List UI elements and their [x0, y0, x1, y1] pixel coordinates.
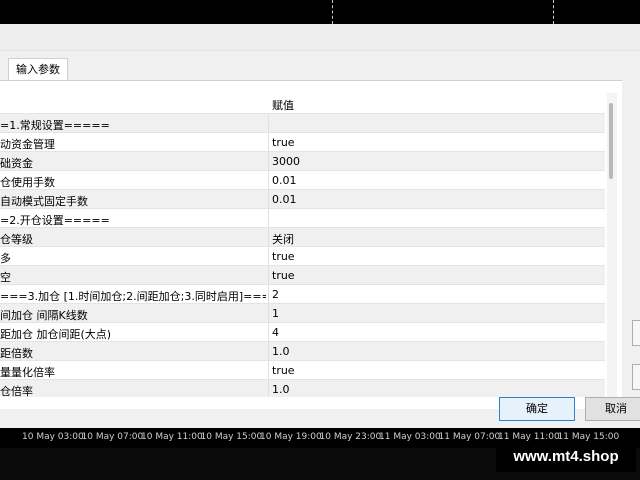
time-axis-label: 10 May 15:00 [200, 432, 263, 442]
dialog-header [0, 24, 640, 51]
column-divider [268, 190, 269, 209]
column-divider [268, 152, 269, 171]
parameters-rows: =1.常规设置===== 动资金管理 true 础资金 3000 仓使用手数 0.01 自动模… [0, 113, 605, 397]
time-axis-label: 10 May 19:00 [260, 432, 322, 442]
parameter-name: ===3.加仓 [1.时间加仓;2.间距加仓;3.同时启用]===== [0, 290, 266, 303]
parameter-value[interactable]: true [272, 364, 295, 377]
parameter-name: =2.开仓设置===== [0, 214, 110, 227]
table-row[interactable]: =1.常规设置===== [0, 113, 605, 133]
parameter-value[interactable]: 1.0 [272, 345, 290, 358]
side-button[interactable] [632, 364, 640, 390]
table-row[interactable]: 仓等级 关闭 [0, 227, 605, 247]
column-divider [268, 171, 269, 190]
column-divider [268, 380, 269, 397]
grid-header: 赋值 [0, 93, 605, 113]
time-axis-label: 11 May 03:00 [379, 432, 441, 442]
parameter-name: 仓倍率 [0, 385, 33, 397]
side-button[interactable] [632, 320, 640, 346]
parameter-name: 间加仓 间隔K线数 [0, 309, 88, 322]
column-divider [268, 266, 269, 285]
table-row[interactable]: =2.开仓设置===== [0, 208, 605, 228]
parameter-name: 仓使用手数 [0, 176, 55, 189]
parameter-value[interactable]: 关闭 [272, 231, 294, 247]
parameter-name: 距倍数 [0, 347, 33, 360]
chart-period-separator [332, 0, 334, 24]
parameter-value[interactable]: 2 [272, 288, 279, 301]
time-axis-label: 10 May 03:00 [22, 432, 84, 442]
parameter-name: 多 [0, 252, 11, 265]
scrollbar-thumb[interactable] [609, 103, 613, 179]
column-divider [268, 304, 269, 323]
parameters-panel: 赋值 =1.常规设置===== 动资金管理 true 础资金 3000 仓使用手数 0.01… [0, 80, 622, 409]
column-divider [268, 247, 269, 266]
parameter-name: =1.常规设置===== [0, 119, 110, 132]
column-divider [268, 342, 269, 361]
parameter-value[interactable]: 3000 [272, 155, 300, 168]
table-row[interactable]: 仓倍率 1.0 [0, 379, 605, 397]
table-row[interactable]: 距倍数 1.0 [0, 341, 605, 361]
value-column-header[interactable]: 赋值 [272, 97, 294, 113]
parameter-name: 空 [0, 271, 11, 284]
parameter-value[interactable]: 0.01 [272, 193, 297, 206]
parameter-value[interactable]: 1.0 [272, 383, 290, 396]
parameter-name: 仓等级 [0, 233, 33, 246]
parameter-name: 础资金 [0, 157, 33, 170]
table-row[interactable]: 础资金 3000 [0, 151, 605, 171]
cancel-button[interactable]: 取消 [585, 397, 640, 421]
parameter-value[interactable]: true [272, 269, 295, 282]
column-divider [268, 361, 269, 380]
column-divider [268, 323, 269, 342]
ok-button[interactable]: 确定 [499, 397, 575, 421]
parameter-name: 动资金管理 [0, 138, 55, 151]
parameter-value[interactable]: 1 [272, 307, 279, 320]
expert-properties-dialog: 输入参数 赋值 =1.常规设置===== 动资金管理 true 础资金 3000 仓使用手… [0, 24, 640, 428]
parameter-name: 量量化倍率 [0, 366, 55, 379]
parameter-value[interactable]: 0.01 [272, 174, 297, 187]
time-axis-label: 11 May 11:00 [498, 432, 560, 442]
parameter-value[interactable]: true [272, 250, 295, 263]
column-divider [268, 133, 269, 152]
column-divider [268, 209, 269, 228]
parameter-name: 距加仓 加仓间距(大点) [0, 328, 112, 341]
parameter-value[interactable]: true [272, 136, 295, 149]
table-row[interactable]: 空 true [0, 265, 605, 285]
table-row[interactable]: 间加仓 间隔K线数 1 [0, 303, 605, 323]
table-row[interactable]: 动资金管理 true [0, 132, 605, 152]
chart-top-area [0, 0, 640, 24]
parameter-name: 自动模式固定手数 [0, 195, 88, 208]
chart-period-separator [553, 0, 555, 24]
table-row[interactable]: 多 true [0, 246, 605, 266]
table-row[interactable]: 仓使用手数 0.01 [0, 170, 605, 190]
table-row[interactable]: 自动模式固定手数 0.01 [0, 189, 605, 209]
column-divider [268, 285, 269, 304]
parameter-value[interactable]: 4 [272, 326, 279, 339]
column-divider [268, 114, 269, 133]
column-divider [268, 228, 269, 247]
table-row[interactable]: 量量化倍率 true [0, 360, 605, 380]
vertical-scrollbar[interactable] [607, 93, 617, 397]
time-axis-label: 10 May 23:00 [319, 432, 382, 442]
table-row[interactable]: 距加仓 加仓间距(大点) 4 [0, 322, 605, 342]
time-axis-label: 11 May 07:00 [438, 432, 501, 442]
time-axis-label: 10 May 11:00 [141, 432, 203, 442]
time-axis-label: 11 May 15:00 [557, 432, 620, 442]
watermark: www.mt4.shop [496, 442, 636, 472]
table-row[interactable]: ===3.加仓 [1.时间加仓;2.间距加仓;3.同时启用]===== 2 [0, 284, 605, 304]
parameters-grid: 赋值 =1.常规设置===== 动资金管理 true 础资金 3000 仓使用手数 0.01… [0, 93, 605, 397]
tab-input-parameters[interactable]: 输入参数 [8, 58, 68, 81]
time-axis-label: 10 May 07:00 [81, 432, 144, 442]
